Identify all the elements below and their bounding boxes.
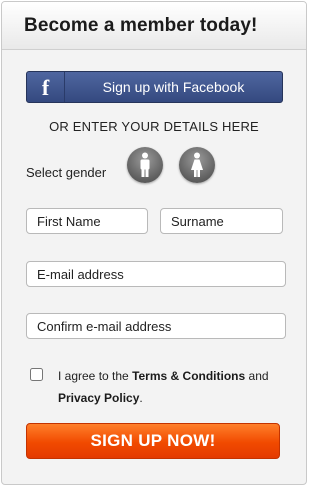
email-input[interactable] — [26, 261, 286, 287]
gender-label: Select gender — [26, 165, 107, 180]
agreement-middle: and — [245, 369, 269, 383]
terms-checkbox[interactable] — [30, 368, 43, 381]
divider-text: OR ENTER YOUR DETAILS HERE — [49, 119, 259, 134]
female-gender-button[interactable] — [179, 147, 215, 183]
agreement-suffix: . — [139, 391, 143, 405]
facebook-signup-label: Sign up with Facebook — [102, 79, 245, 95]
privacy-policy-link[interactable]: Privacy Policy — [58, 391, 139, 405]
male-icon — [140, 152, 150, 177]
sign-up-now-button[interactable]: SIGN UP NOW! — [26, 423, 280, 459]
panel-header: Become a member today! — [2, 2, 306, 50]
terms-link[interactable]: Terms & Conditions — [132, 369, 245, 383]
female-icon — [191, 152, 203, 177]
signup-panel: Become a member today! f Sign up with Fa… — [1, 1, 307, 485]
terms-agreement-text: I agree to the Terms & Conditions and Pr… — [58, 365, 283, 409]
facebook-icon: f — [27, 72, 65, 102]
agreement-prefix: I agree to the — [58, 369, 133, 383]
facebook-signup-button[interactable]: f Sign up with Facebook — [26, 71, 283, 103]
page-title: Become a member today! — [24, 15, 258, 36]
first-name-input[interactable] — [26, 208, 148, 234]
male-gender-button[interactable] — [127, 147, 163, 183]
surname-input[interactable] — [160, 208, 283, 234]
confirm-email-input[interactable] — [26, 313, 286, 339]
